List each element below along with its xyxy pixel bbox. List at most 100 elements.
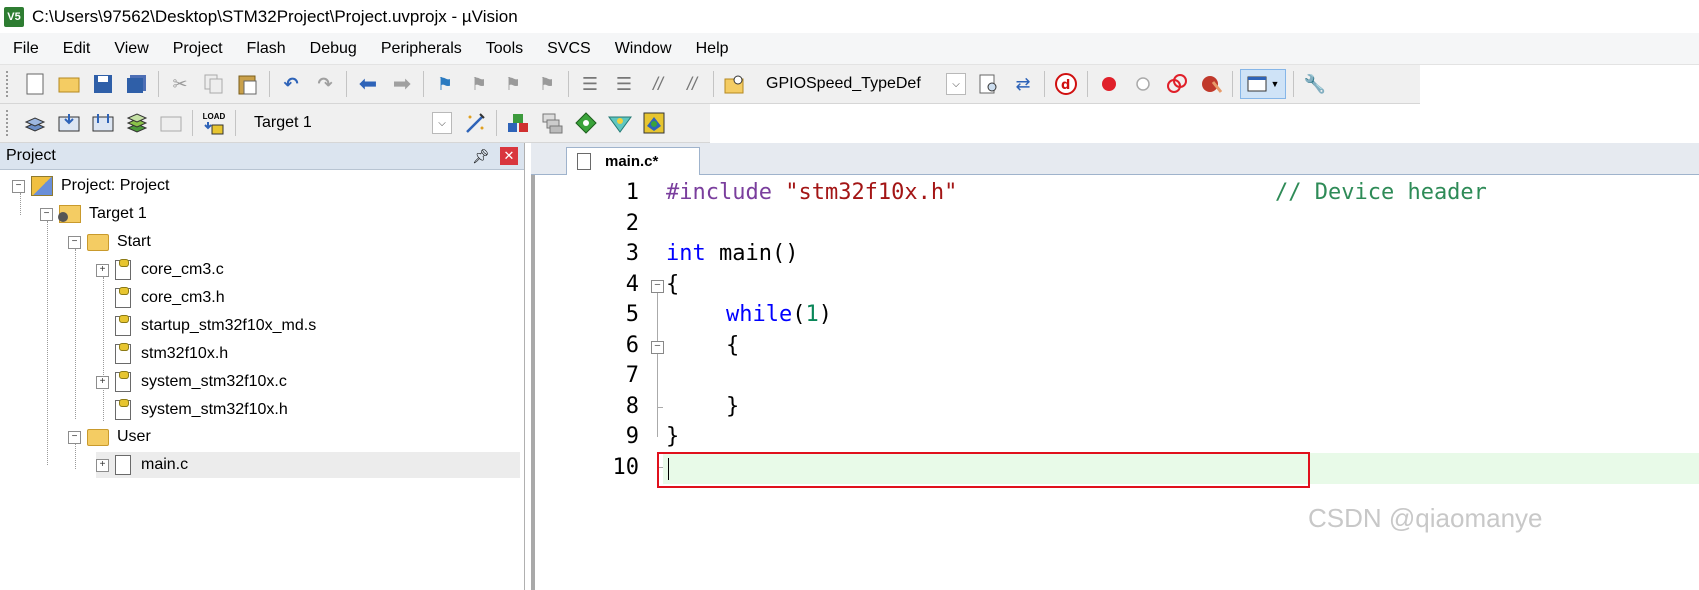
bookmark-clear-icon[interactable]: ⚑ xyxy=(533,70,561,98)
tree-item-label: core_cm3.c xyxy=(141,261,224,278)
nav-forward-icon[interactable]: ➡ xyxy=(388,70,416,98)
menu-window[interactable]: Window xyxy=(603,40,684,58)
menu-peripherals[interactable]: Peripherals xyxy=(369,40,474,58)
translate-icon[interactable] xyxy=(21,109,49,137)
line-number: 5 xyxy=(625,302,639,327)
redo-icon[interactable]: ↷ xyxy=(311,70,339,98)
fold-toggle-icon[interactable]: − xyxy=(651,341,664,354)
tree-item-label: stm32f10x.h xyxy=(141,345,229,362)
bookmark-next-icon[interactable]: ⚑ xyxy=(499,70,527,98)
manage-components-icon[interactable] xyxy=(504,109,532,137)
tree-item-file[interactable]: startup_stm32f10x_md.s xyxy=(96,313,316,339)
multi-project-icon[interactable] xyxy=(640,109,668,137)
menu-file[interactable]: File xyxy=(0,40,51,58)
bookmark-icon[interactable]: ⚑ xyxy=(431,70,459,98)
disable-breakpoint-icon[interactable] xyxy=(1129,70,1157,98)
toolbar-separator xyxy=(192,110,193,136)
chevron-down-icon[interactable]: ⌵ xyxy=(946,73,966,95)
bookmark-prev-icon[interactable]: ⚑ xyxy=(465,70,493,98)
pin-icon[interactable]: 📌︎ xyxy=(472,148,490,165)
menu-help[interactable]: Help xyxy=(684,40,741,58)
tree-item-project-root[interactable]: − Project: Project xyxy=(12,173,169,199)
file-toolbar: ✂ ↶ ↷ ⬅ ➡ ⚑ ⚑ ⚑ ⚑ ☰ ☰ // // GPIOSpeed_Ty… xyxy=(0,65,1420,104)
fold-toggle-icon[interactable]: − xyxy=(651,280,664,293)
debug-icon[interactable]: d xyxy=(1052,70,1080,98)
save-all-icon[interactable] xyxy=(123,70,151,98)
configure-icon[interactable]: 🔧 xyxy=(1301,70,1329,98)
toolbar-separator xyxy=(235,110,236,136)
menu-tools[interactable]: Tools xyxy=(474,40,535,58)
build-icon[interactable] xyxy=(55,109,83,137)
tree-item-label: Project: Project xyxy=(61,177,170,194)
undo-icon[interactable]: ↶ xyxy=(277,70,305,98)
line-number: 1 xyxy=(625,180,639,205)
tab-main-c[interactable]: main.c* xyxy=(566,147,700,175)
menu-bar: File Edit View Project Flash Debug Perip… xyxy=(0,33,1699,65)
kill-breakpoints-icon[interactable] xyxy=(1163,70,1191,98)
tree-item-label: main.c xyxy=(141,456,189,473)
expand-icon[interactable]: + xyxy=(96,458,109,472)
tree-item-file[interactable]: core_cm3.h xyxy=(96,285,225,311)
tree-item-label: Start xyxy=(117,233,151,250)
fold-line xyxy=(657,407,658,437)
menu-svcs[interactable]: SVCS xyxy=(535,40,603,58)
incremental-find-icon[interactable]: ⇄ xyxy=(1009,70,1037,98)
collapse-icon[interactable]: − xyxy=(68,235,81,249)
tree-item-file[interactable]: + system_stm32f10x.c xyxy=(96,369,287,395)
indent-icon[interactable]: ☰ xyxy=(576,70,604,98)
tree-item-group-user[interactable]: − User xyxy=(68,424,151,450)
chevron-down-icon[interactable]: ⌵ xyxy=(432,112,452,134)
copy-icon[interactable] xyxy=(200,70,228,98)
collapse-icon[interactable]: − xyxy=(12,179,25,193)
menu-view[interactable]: View xyxy=(102,40,160,58)
expand-icon[interactable]: + xyxy=(96,375,109,389)
unindent-icon[interactable]: ☰ xyxy=(610,70,638,98)
paste-icon[interactable] xyxy=(234,70,262,98)
cut-icon[interactable]: ✂ xyxy=(166,70,194,98)
tree-item-file[interactable]: + core_cm3.c xyxy=(96,257,224,283)
stop-build-icon[interactable] xyxy=(157,109,185,137)
toolbar-empty-area xyxy=(710,104,1420,142)
comment-icon[interactable]: // xyxy=(644,70,672,98)
expand-icon[interactable]: + xyxy=(96,263,109,277)
rebuild-icon[interactable] xyxy=(89,109,117,137)
toolbar-grip[interactable] xyxy=(6,71,12,97)
include-path: "stm32f10x.h" xyxy=(771,180,958,205)
number-literal: 1 xyxy=(805,302,819,327)
menu-flash[interactable]: Flash xyxy=(235,40,298,58)
folder-icon xyxy=(87,233,109,251)
target-combo-value: Target 1 xyxy=(254,114,312,131)
uncomment-icon[interactable]: // xyxy=(678,70,706,98)
pack-installer-icon[interactable] xyxy=(606,109,634,137)
target-combo[interactable]: Target 1 ⌵ xyxy=(246,111,452,135)
find-combo[interactable]: GPIOSpeed_TypeDef ⌵ xyxy=(758,72,966,96)
tree-item-file[interactable]: system_stm32f10x.h xyxy=(96,397,288,423)
window-layout-icon[interactable]: ▼ xyxy=(1240,69,1286,99)
tree-item-group-start[interactable]: − Start xyxy=(68,229,151,255)
nav-back-icon[interactable]: ⬅ xyxy=(354,70,382,98)
collapse-icon[interactable]: − xyxy=(68,430,81,444)
find-in-files-icon[interactable] xyxy=(721,70,749,98)
close-icon[interactable]: ✕ xyxy=(500,147,518,165)
toolbar-grip[interactable] xyxy=(6,110,12,136)
tree-item-target[interactable]: − Target 1 xyxy=(40,201,147,227)
clear-breakpoints-icon[interactable] xyxy=(1197,70,1225,98)
batch-build-icon[interactable] xyxy=(123,109,151,137)
save-icon[interactable] xyxy=(89,70,117,98)
menu-debug[interactable]: Debug xyxy=(298,40,369,58)
find-icon[interactable] xyxy=(975,70,1003,98)
collapse-icon[interactable]: − xyxy=(40,207,53,221)
header-file-icon xyxy=(115,343,131,364)
run-time-env-icon[interactable] xyxy=(572,109,600,137)
open-folder-icon[interactable] xyxy=(55,70,83,98)
select-packs-icon[interactable] xyxy=(538,109,566,137)
breakpoint-icon[interactable] xyxy=(1095,70,1123,98)
menu-project[interactable]: Project xyxy=(161,40,235,58)
tree-item-file-selected[interactable]: + main.c xyxy=(96,452,520,478)
menu-edit[interactable]: Edit xyxy=(51,40,103,58)
target-options-icon[interactable] xyxy=(461,109,489,137)
new-file-icon[interactable] xyxy=(21,70,49,98)
tree-item-file[interactable]: stm32f10x.h xyxy=(96,341,228,367)
line-number: 8 xyxy=(625,394,639,419)
load-icon[interactable]: LOAD xyxy=(200,109,228,137)
